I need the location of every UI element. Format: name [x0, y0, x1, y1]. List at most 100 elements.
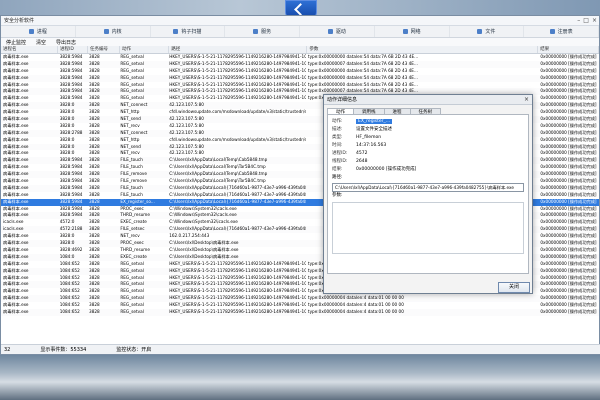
result-value: 0x00000000 [操作成功完成]	[356, 167, 417, 172]
table-cell: NET_send	[120, 143, 141, 149]
table-cell: 0x00000000 [操作成功完成]	[540, 143, 597, 149]
table-cell: type:0x00000004 datalen:4 data:01 00 00 …	[307, 302, 404, 308]
table-cell: 0x00000000 [操作成功完成]	[540, 295, 597, 301]
table-row[interactable]: 病毒样本.exe 1084:652 3828 REG_setval HKEY_USERS…	[1, 302, 599, 309]
table-cell: HKEY_USERS\S-1-5-21-1178295596-114921628…	[169, 295, 306, 301]
table-cell: 1084:652	[59, 281, 80, 287]
table-cell: REG_setval	[120, 260, 144, 266]
table-cell: 病毒样本.exe	[3, 164, 29, 170]
table-cell: 3828:5984	[59, 67, 83, 73]
menu-registry[interactable]: 注册表	[524, 26, 599, 37]
column-header[interactable]: 结果	[538, 46, 599, 53]
table-cell: 3828	[89, 74, 100, 80]
table-row[interactable]: 病毒样本.exe 3828:5984 3828 REG_setval HKEY_USER…	[1, 82, 599, 89]
minimize-icon[interactable]: –	[577, 17, 580, 24]
process-icon	[28, 29, 34, 34]
table-cell: 0x00000000 [操作成功完成]	[540, 109, 597, 115]
table-cell: 0x00000000 [操作成功完成]	[540, 102, 597, 108]
table-cell: cfdl.windowsupdate.com/msdownload/update…	[169, 109, 306, 115]
table-cell: 0x00000000 [操作成功完成]	[540, 233, 597, 239]
table-row[interactable]: 病毒样本.exe 3828:5984 3828 REG_setval HKEY_USER…	[1, 74, 599, 82]
close-icon[interactable]: ×	[592, 17, 597, 24]
table-cell: 4572:0	[59, 219, 75, 225]
description-value: 设置文件安全描述	[356, 127, 392, 132]
close-button[interactable]: 关闭	[498, 282, 530, 293]
menu-files[interactable]: 文件	[450, 26, 525, 37]
table-cell: 1084:652	[59, 260, 80, 266]
table-cell: 0x00000000 [操作成功完成]	[540, 267, 597, 273]
table-cell: C:\Users\lxl\Desktop\病毒样本.exe	[169, 253, 239, 259]
column-header[interactable]: 进程ID	[58, 46, 89, 53]
table-row[interactable]: 病毒样本.exe 3828:5984 3828 REG_setval HKEY_USER…	[1, 54, 599, 61]
driver-icon	[327, 29, 333, 34]
params-field[interactable]	[332, 202, 524, 254]
table-cell: 病毒样本.exe	[3, 88, 29, 94]
table-cell: C:\Windows\System32\icacls.exe	[169, 219, 238, 225]
table-cell: 3828:5984	[59, 95, 83, 101]
action-value[interactable]: EX_register_...	[356, 119, 393, 124]
table-cell: 3828	[89, 95, 100, 101]
table-cell: type:0x00000004 datalen:4 data:01 00 00 …	[307, 295, 404, 301]
export-log-button[interactable]: 导出日志	[56, 39, 76, 46]
table-header: 进程名 进程ID 任务编号 动作 路径 参数 结果	[1, 46, 599, 54]
table-row[interactable]: 病毒样本.exe 3828:5984 3828 REG_setval HKEY_USER…	[1, 60, 599, 68]
table-cell: 3828:5984	[59, 74, 83, 80]
table-cell: NET_recv	[120, 150, 140, 156]
table-cell: 病毒样本.exe	[3, 184, 29, 190]
menu-hooks[interactable]: 钩子扫描	[151, 26, 226, 37]
table-cell: HKEY_USERS\S-1-5-21-1178295596-114921628…	[169, 308, 306, 314]
column-header[interactable]: 路径	[169, 46, 308, 53]
menu-process[interactable]: 进程	[1, 26, 76, 37]
table-cell: C:\Users\lxl\Desktop\病毒样本.exe	[169, 246, 239, 252]
column-header[interactable]: 进程名	[1, 46, 59, 53]
table-cell: 3828	[89, 184, 100, 190]
table-cell: 3828:5984	[59, 81, 83, 87]
menu-kernel[interactable]: 内核	[76, 26, 151, 37]
table-cell: C:\Users\lxl\Desktop\病毒样本.exe	[169, 240, 239, 246]
column-header[interactable]: 任务编号	[88, 46, 120, 53]
table-row[interactable]: 病毒样本.exe 3828:5984 3828 REG_setval HKEY_USER…	[1, 68, 599, 75]
table-cell: 42.123.107.5:80	[169, 116, 204, 122]
clear-button[interactable]: 清空	[36, 39, 46, 46]
table-cell: 3828:5984	[59, 184, 83, 190]
detail-row: 时间: 14:37:16.563	[332, 142, 524, 150]
table-cell: 病毒样本.exe	[3, 198, 29, 204]
path-field[interactable]: C:\Users\lxl\AppData\Local\{716d60a1-987…	[332, 183, 524, 192]
event-count: 显示事件数：55334	[40, 347, 87, 353]
table-cell: 3828:5984	[59, 198, 83, 204]
table-cell: 3828:0	[59, 233, 75, 239]
table-cell: 病毒样本.exe	[3, 191, 29, 197]
table-cell: 0x00000000 [操作成功完成]	[540, 88, 597, 94]
table-cell: 3828	[89, 226, 100, 232]
table-cell: 病毒样本.exe	[3, 267, 29, 273]
menu-network[interactable]: 网络	[375, 26, 450, 37]
table-cell: 病毒样本.exe	[3, 157, 29, 163]
table-cell: 3828:5984	[59, 60, 83, 66]
table-cell: 病毒样本.exe	[3, 129, 29, 135]
table-cell: C:\Users\lxl\AppData\Local\Temp\Tar5B4C.…	[169, 178, 266, 184]
menu-drivers[interactable]: 驱动	[300, 26, 375, 37]
maximize-icon[interactable]: □	[583, 17, 589, 24]
table-cell: 0x00000000 [操作成功完成]	[540, 260, 597, 266]
table-cell: 病毒样本.exe	[3, 274, 29, 280]
column-header[interactable]: 动作	[120, 46, 170, 53]
monitor-status: 监控状态：开启	[116, 347, 152, 353]
table-cell: 3828	[89, 136, 100, 142]
column-header[interactable]: 参数	[307, 46, 539, 53]
table-cell: 3828:0	[59, 109, 75, 115]
table-row[interactable]: 病毒样本.exe 1084:652 3828 REG_setval HKEY_USERS…	[1, 308, 599, 316]
process-id-value: 4572	[356, 151, 368, 156]
stop-monitor-button[interactable]: 停止监控	[6, 39, 26, 46]
dialog-titlebar[interactable]: 动作详细信息	[324, 95, 532, 105]
menu-services[interactable]: 服务	[225, 26, 300, 37]
table-cell: FILE_remove	[120, 171, 147, 177]
table-cell: 0x00000000 [操作成功完成]	[540, 212, 597, 218]
table-cell: C:\Windows\System32\cacls.exe	[169, 212, 237, 218]
table-row[interactable]: 病毒样本.exe 1084:652 3828 REG_setval HKEY_USERS…	[1, 295, 599, 303]
table-cell: 3828	[89, 143, 100, 149]
table-cell: REG_setval	[120, 295, 144, 301]
table-cell: HKEY_USERS\S-1-5-21-1178295596-114921628…	[169, 60, 306, 66]
table-cell: C:\Users\lxl\AppData\Local\{716d60a1-987…	[169, 184, 306, 190]
dialog-close-icon[interactable]: ×	[524, 96, 529, 103]
table-cell: C:\Users\lxl\AppData\Local\{716d60a1-987…	[169, 198, 306, 204]
